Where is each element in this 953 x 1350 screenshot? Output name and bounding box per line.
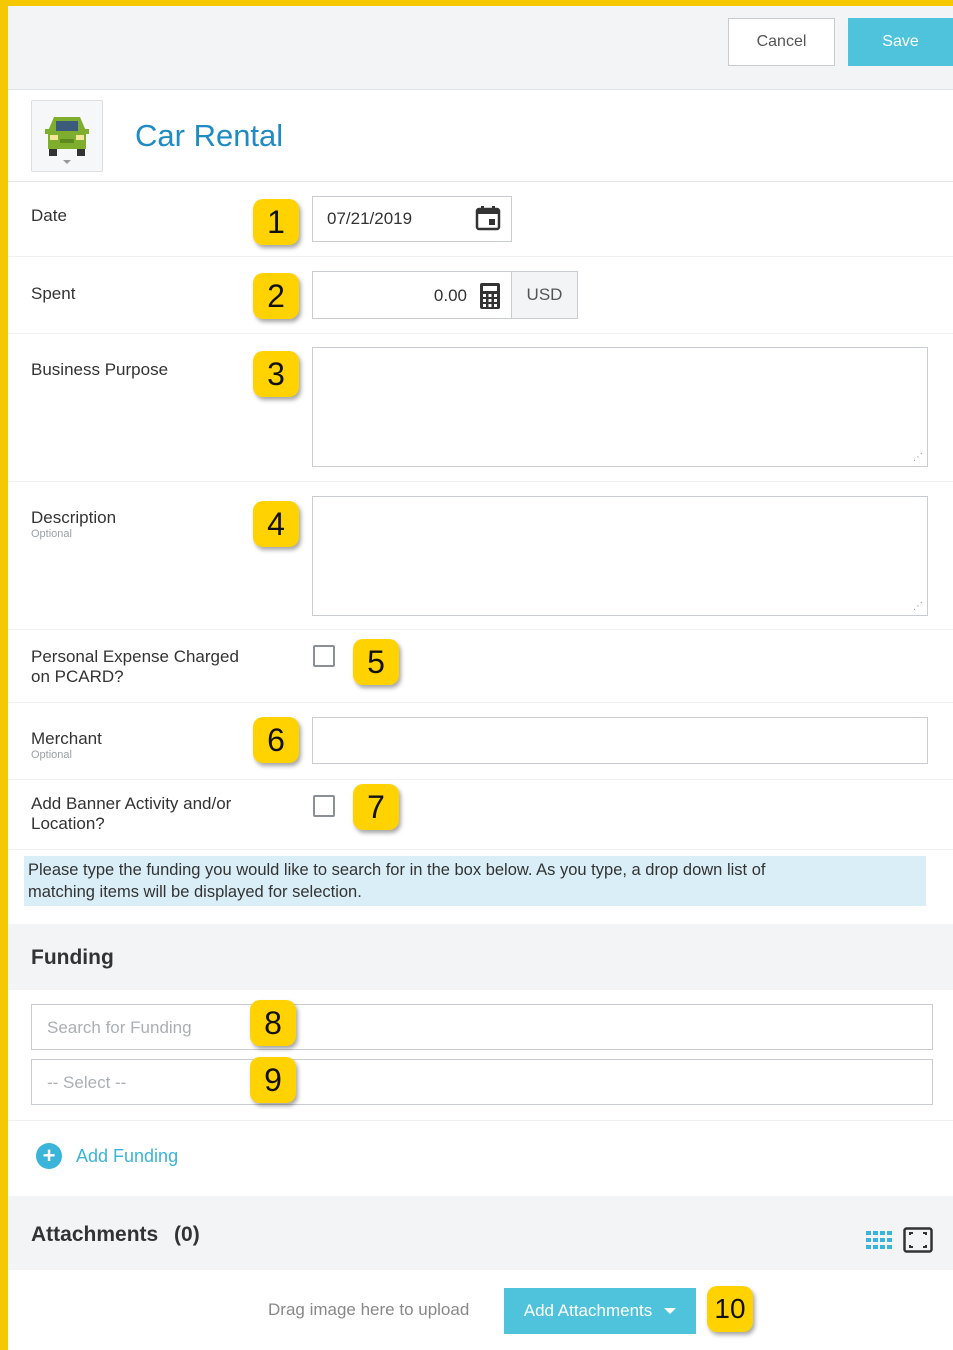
drag-upload-hint: Drag image here to upload (268, 1300, 470, 1319)
save-button[interactable]: Save (848, 18, 953, 66)
car-icon (45, 117, 89, 164)
business-purpose-label: Business Purpose (31, 360, 169, 379)
merchant-optional-hint: Optional (31, 749, 72, 761)
resize-grip-icon[interactable]: ⋰ (913, 453, 923, 463)
chevron-down-icon (63, 160, 71, 164)
funding-search-input[interactable]: Search for Funding (31, 1004, 933, 1050)
caret-down-icon (664, 1308, 677, 1314)
attachments-title-text: Attachments (31, 1223, 159, 1246)
banner-activity-label: Add Banner Activity and/or Location? (31, 794, 231, 834)
annotation-badge-6: 6 (253, 717, 299, 763)
description-row: Description Optional 4 ⋰ (8, 482, 953, 630)
personal-expense-row: Personal Expense Charged on PCARD? 5 (8, 630, 953, 703)
spent-value: 0.00 (433, 286, 467, 305)
calculator-icon[interactable] (479, 282, 501, 310)
business-purpose-row: Business Purpose 3 ⋰ (8, 334, 953, 482)
description-label: Description Optional (31, 508, 116, 540)
personal-expense-label-line2: on PCARD? (31, 667, 124, 686)
plus-circle-icon: + (36, 1143, 62, 1169)
date-value: 07/21/2019 (327, 209, 413, 228)
add-attachments-label: Add Attachments (523, 1301, 653, 1320)
spent-field[interactable]: 0.00 (312, 271, 512, 319)
date-label: Date (31, 206, 67, 225)
annotation-badge-4: 4 (253, 501, 299, 547)
divider (8, 1120, 953, 1121)
description-label-text: Description (31, 508, 117, 527)
personal-expense-checkbox[interactable] (313, 645, 335, 667)
attachments-count: (0) (174, 1223, 200, 1246)
banner-activity-label-line2: Location? (31, 814, 105, 833)
funding-info-message: Please type the funding you would like t… (24, 856, 926, 906)
annotation-badge-1: 1 (253, 199, 299, 245)
resize-grip-icon[interactable]: ⋰ (913, 602, 923, 612)
description-optional-hint: Optional (31, 528, 72, 540)
expense-title: Car Rental (135, 118, 284, 153)
funding-select-placeholder: -- Select -- (47, 1073, 127, 1092)
top-toolbar: Cancel Save (8, 6, 953, 90)
funding-select[interactable]: -- Select -- (31, 1059, 933, 1105)
funding-title: Funding (31, 946, 114, 969)
date-row: Date 1 07/21/2019 (8, 182, 953, 257)
annotation-badge-5: 5 (353, 639, 399, 685)
grid-view-icon[interactable] (866, 1231, 892, 1249)
annotation-badge-2: 2 (253, 273, 299, 319)
banner-activity-checkbox[interactable] (313, 795, 335, 817)
description-textarea[interactable]: ⋰ (312, 496, 928, 616)
personal-expense-label-line1: Personal Expense Charged (31, 647, 239, 666)
cancel-button[interactable]: Cancel (728, 18, 835, 66)
annotation-badge-9: 9 (250, 1057, 296, 1103)
banner-activity-row: Add Banner Activity and/or Location? 7 (8, 780, 953, 850)
add-funding-button[interactable]: + Add Funding (36, 1143, 178, 1169)
attachments-section-header: Attachments (0) (8, 1196, 953, 1270)
business-purpose-textarea[interactable]: ⋰ (312, 347, 928, 467)
info-line-2: matching items will be displayed for sel… (28, 883, 362, 901)
annotation-badge-7: 7 (353, 784, 399, 830)
annotation-badge-10: 10 (707, 1286, 753, 1332)
spent-label: Spent (31, 284, 76, 303)
banner-activity-label-line1: Add Banner Activity and/or (31, 794, 232, 813)
expense-type-selector[interactable] (31, 100, 103, 172)
calendar-icon[interactable] (475, 205, 501, 231)
funding-section-header: Funding (8, 924, 953, 990)
attachments-title: Attachments (0) (31, 1223, 200, 1247)
currency-code: USD (511, 271, 578, 319)
expense-header: Car Rental (8, 90, 953, 182)
date-field[interactable]: 07/21/2019 (312, 196, 512, 242)
merchant-label-text: Merchant (31, 729, 102, 748)
frame-left-border (0, 0, 8, 1350)
merchant-row: Merchant Optional 6 (8, 703, 953, 780)
expand-view-icon[interactable] (903, 1227, 933, 1253)
annotation-badge-8: 8 (250, 1000, 296, 1046)
info-line-1: Please type the funding you would like t… (28, 861, 766, 879)
spent-row: Spent 2 0.00 USD (8, 257, 953, 334)
add-attachments-button[interactable]: Add Attachments (504, 1288, 696, 1334)
add-funding-label: Add Funding (76, 1145, 179, 1166)
funding-search-placeholder: Search for Funding (47, 1018, 192, 1037)
personal-expense-label: Personal Expense Charged on PCARD? (31, 647, 239, 687)
merchant-label: Merchant Optional (31, 729, 102, 761)
annotation-badge-3: 3 (253, 351, 299, 397)
merchant-field[interactable] (312, 717, 928, 764)
